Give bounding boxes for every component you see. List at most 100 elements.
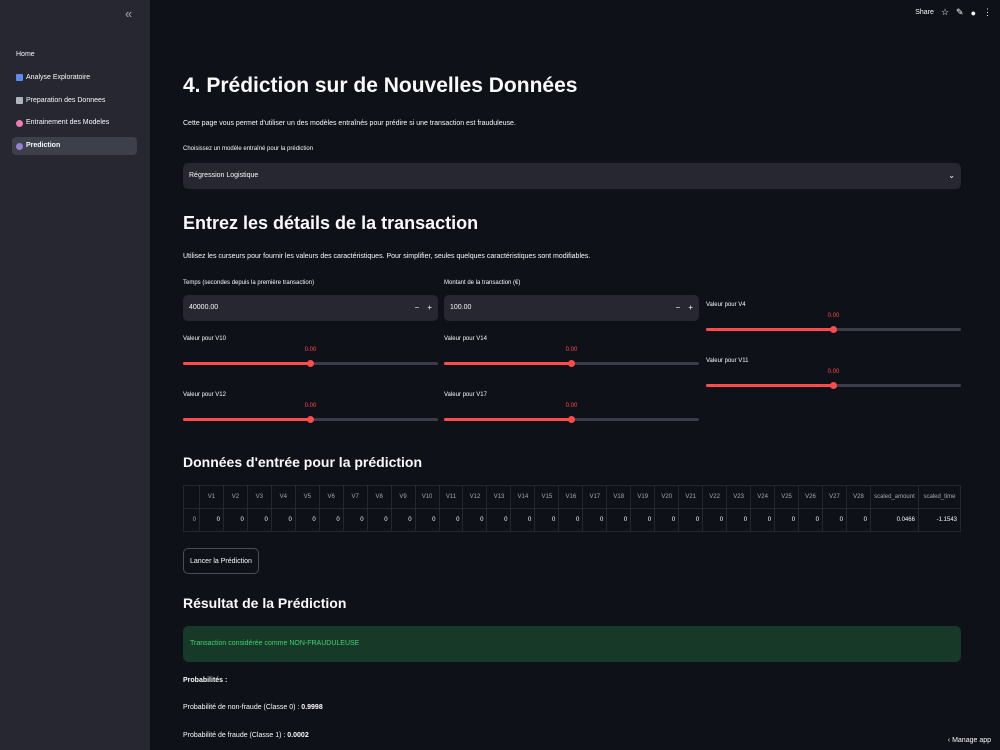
column-header[interactable]: V12	[462, 485, 488, 509]
table-cell: 0	[726, 508, 752, 532]
share-button[interactable]: Share	[915, 9, 934, 16]
column-header[interactable]: V28	[846, 485, 871, 509]
slider-v10-label: Valeur pour V10	[183, 336, 226, 342]
table-cell: 0	[606, 508, 632, 532]
column-header[interactable]: V15	[534, 485, 560, 509]
details-title: Entrez les détails de la transaction	[183, 213, 479, 233]
prob-fraud: Probabilité de fraude (Classe 1) : 0.000…	[183, 732, 309, 739]
table-cell: 0	[750, 508, 776, 532]
column-header[interactable]: V2	[223, 485, 248, 509]
column-header[interactable]: V8	[367, 485, 392, 509]
result-title: Résultat de la Prédiction	[183, 595, 347, 611]
chevron-left-icon: ‹	[947, 737, 951, 744]
more-menu-icon[interactable]: ⋮	[983, 7, 992, 18]
column-header[interactable]: V13	[486, 485, 512, 509]
github-icon[interactable]: ●	[971, 8, 976, 18]
decrement-button[interactable]: −	[676, 295, 681, 321]
column-header[interactable]: V22	[702, 485, 728, 509]
table-cell: 0	[798, 508, 823, 532]
star-icon[interactable]: ☆	[941, 7, 949, 18]
column-header[interactable]: V25	[774, 485, 800, 509]
row-index: 0	[183, 508, 200, 532]
sidebar-item-entrainement[interactable]: Entrainement des Modeles	[12, 114, 137, 132]
time-value: 40000.00	[189, 304, 219, 311]
table-cell: 0	[774, 508, 800, 532]
slider-thumb[interactable]	[568, 416, 575, 423]
column-header[interactable]: V5	[295, 485, 320, 509]
model-select[interactable]: Régression Logistique ⌄	[183, 163, 961, 189]
column-header[interactable]: V19	[630, 485, 656, 509]
table-cell: 0	[462, 508, 488, 532]
amount-input[interactable]: 100.00 − +	[444, 295, 699, 321]
table-cell: 0	[199, 508, 224, 532]
slider-v4[interactable]: 0.00	[706, 313, 961, 333]
column-header[interactable]: V17	[582, 485, 608, 509]
slider-v11[interactable]: 0.00	[706, 369, 961, 389]
table-cell: 0	[319, 508, 344, 532]
column-header[interactable]: V3	[247, 485, 272, 509]
increment-button[interactable]: +	[688, 295, 693, 321]
page-intro: Cette page vous permet d'utiliser un des…	[183, 120, 516, 127]
slider-thumb[interactable]	[830, 326, 837, 333]
predict-button[interactable]: Lancer la Prédiction	[183, 548, 259, 574]
table-cell: 0	[582, 508, 608, 532]
table-cell: 0	[391, 508, 416, 532]
input-data-table[interactable]: V1 V2 V3 V4 V5 V6 V7 V8 V9 V10 V11 V12 V13 V14 V15 V16 V…	[183, 485, 962, 532]
slider-v10[interactable]: 0.00	[183, 347, 438, 367]
slider-v12[interactable]: 0.00	[183, 403, 438, 423]
prob-nonfraud: Probabilité de non-fraude (Classe 0) : 0…	[183, 704, 323, 711]
column-header[interactable]: V26	[798, 485, 823, 509]
column-header[interactable]: V27	[822, 485, 847, 509]
table-header-row: V1 V2 V3 V4 V5 V6 V7 V8 V9 V10 V11 V12 V13 V14 V15 V16 V…	[183, 485, 962, 509]
slider-v17[interactable]: 0.00	[444, 403, 699, 423]
table-cell: 0	[822, 508, 847, 532]
slider-value: 0.00	[304, 403, 317, 409]
sidebar-item-prediction[interactable]: Prediction	[12, 137, 137, 156]
column-header[interactable]	[183, 485, 200, 509]
column-header[interactable]: scaled_amount	[870, 485, 919, 509]
column-header[interactable]: V4	[271, 485, 296, 509]
sidebar-item-home[interactable]: Home	[12, 46, 137, 64]
slider-thumb[interactable]	[307, 360, 314, 367]
manage-app-button[interactable]: ‹ Manage app	[948, 737, 991, 744]
input-data-title: Données d'entrée pour la prédiction	[183, 454, 423, 470]
column-header[interactable]: V21	[678, 485, 704, 509]
table-cell: 0	[271, 508, 296, 532]
prob-fraud-label: Probabilité de fraude (Classe 1) :	[183, 732, 286, 739]
column-header[interactable]: V20	[654, 485, 680, 509]
table-cell: -1.1543	[918, 508, 962, 532]
sidebar-item-analyse[interactable]: Analyse Exploratoire	[12, 69, 137, 87]
column-header[interactable]: V1	[199, 485, 224, 509]
time-input[interactable]: 40000.00 − +	[183, 295, 438, 321]
sidebar: « Home Analyse Exploratoire Preparation …	[0, 0, 150, 750]
prob-nonfraud-label: Probabilité de non-fraude (Classe 0) :	[183, 704, 300, 711]
slider-v14[interactable]: 0.00	[444, 347, 699, 367]
sidebar-item-label: Prediction	[26, 142, 61, 150]
collapse-sidebar-icon[interactable]: «	[125, 6, 132, 21]
slider-value: 0.00	[565, 403, 578, 409]
column-header[interactable]: V24	[750, 485, 776, 509]
slider-thumb[interactable]	[568, 360, 575, 367]
decrement-button[interactable]: −	[415, 295, 420, 321]
column-header[interactable]: scaled_time	[918, 485, 962, 509]
slider-thumb[interactable]	[307, 416, 314, 423]
table-cell: 0	[846, 508, 871, 532]
sidebar-item-label: Home	[16, 51, 35, 58]
amount-value: 100.00	[450, 304, 472, 311]
column-header[interactable]: V18	[606, 485, 632, 509]
sidebar-item-preparation[interactable]: Preparation des Donnees	[12, 92, 137, 110]
table-cell: 0	[439, 508, 464, 532]
column-header[interactable]: V6	[319, 485, 344, 509]
column-header[interactable]: V7	[343, 485, 368, 509]
table-cell: 0	[295, 508, 320, 532]
increment-button[interactable]: +	[427, 295, 432, 321]
crystal-ball-icon	[16, 142, 23, 150]
column-header[interactable]: V16	[558, 485, 584, 509]
edit-icon[interactable]: ✎	[956, 7, 964, 18]
slider-thumb[interactable]	[830, 382, 837, 389]
column-header[interactable]: V10	[415, 485, 440, 509]
column-header[interactable]: V23	[726, 485, 752, 509]
column-header[interactable]: V9	[391, 485, 416, 509]
column-header[interactable]: V11	[439, 485, 464, 509]
column-header[interactable]: V14	[510, 485, 536, 509]
